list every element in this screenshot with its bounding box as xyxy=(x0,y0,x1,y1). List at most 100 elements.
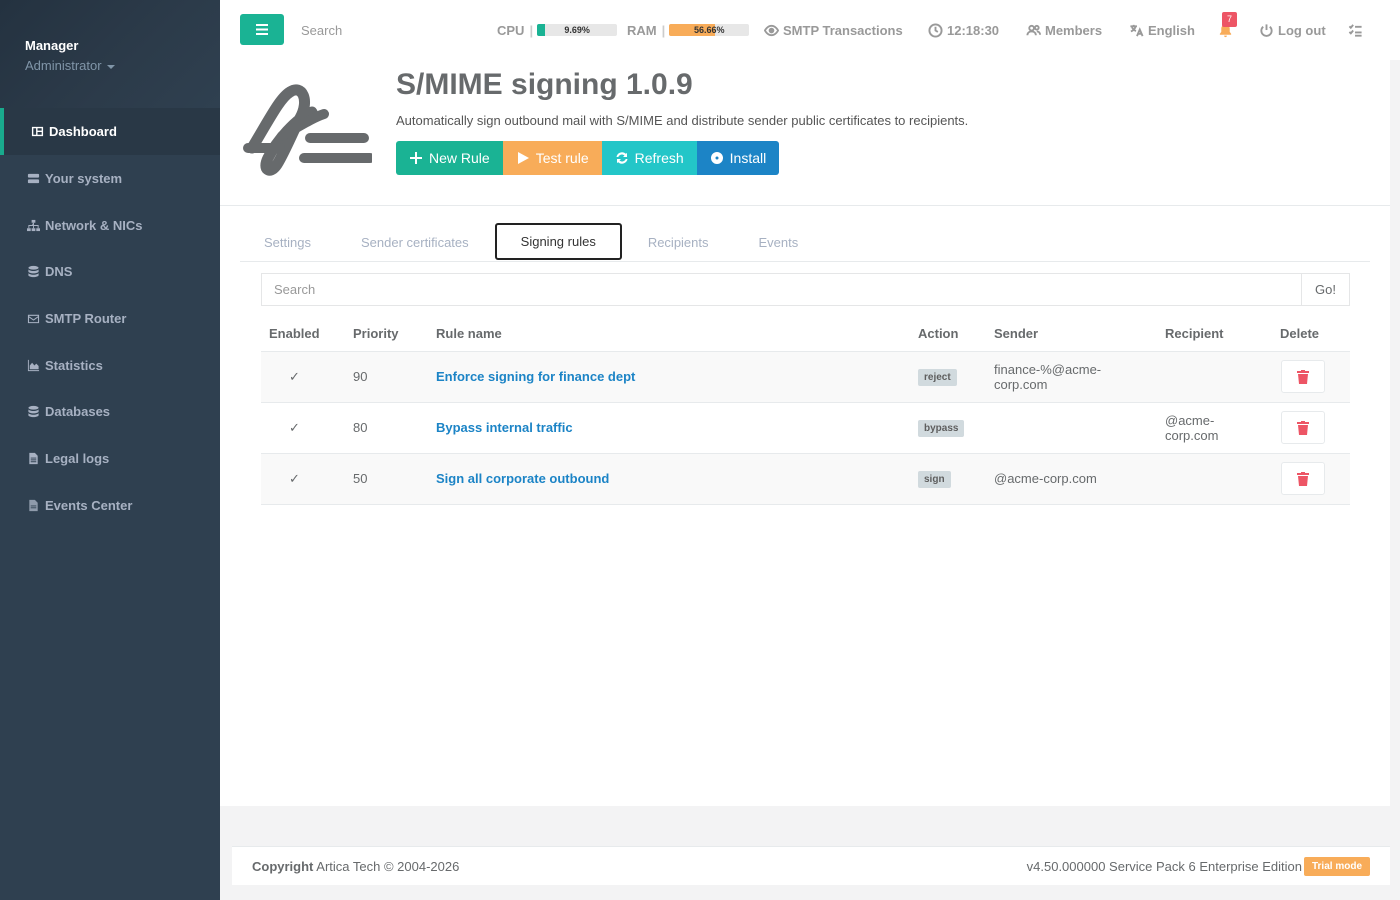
sidebar-item-label: Legal logs xyxy=(45,450,110,466)
database-icon xyxy=(28,266,39,278)
sidebar-item-label: Network & NICs xyxy=(45,217,143,233)
action-badge: sign xyxy=(918,470,951,488)
rule-name-link[interactable]: Sign all corporate outbound xyxy=(436,471,609,486)
sidebar-nav: Dashboard Your system Network & NICs DNS… xyxy=(0,108,220,529)
cpu-meter: CPU | 9.69% xyxy=(497,21,618,39)
separator: | xyxy=(529,22,534,38)
language-selector[interactable]: English xyxy=(1129,21,1195,39)
language-label: English xyxy=(1148,22,1195,38)
new-rule-label: New Rule xyxy=(429,150,490,166)
priority-cell: 90 xyxy=(345,351,428,403)
action-badge: reject xyxy=(918,368,957,386)
sidebar-item-your-system[interactable]: Your system xyxy=(0,155,220,202)
sender-cell xyxy=(986,402,1157,454)
recipient-cell xyxy=(1157,351,1272,403)
delete-button[interactable] xyxy=(1281,411,1325,444)
file-text-icon xyxy=(29,499,38,511)
action-button-group: New Rule Test rule Refresh Install xyxy=(396,141,780,175)
dashboard-icon xyxy=(31,126,44,137)
smtp-transactions-link[interactable]: SMTP Transactions xyxy=(764,21,903,39)
footer-version: v4.50.000000 Service Pack 6 Enterprise E… xyxy=(1026,856,1370,876)
sidebar-item-label: Databases xyxy=(45,404,111,420)
rules-search-input[interactable] xyxy=(261,273,1301,306)
install-button[interactable]: Install xyxy=(696,141,780,175)
sidebar-item-label: Your system xyxy=(45,170,123,186)
copyright-label: Copyright xyxy=(252,858,314,874)
install-label: Install xyxy=(729,150,767,166)
sidebar-item-dashboard[interactable]: Dashboard xyxy=(0,108,220,155)
divider xyxy=(220,205,1390,206)
top-search-input[interactable] xyxy=(296,16,476,44)
sidebar-item-legal-logs[interactable]: Legal logs xyxy=(0,435,220,482)
column-header-enabled[interactable]: Enabled xyxy=(261,317,345,352)
test-rule-button[interactable]: Test rule xyxy=(502,141,602,175)
refresh-icon xyxy=(616,152,628,164)
tab-settings[interactable]: Settings xyxy=(240,223,335,261)
main-panel: S/MIME signing 1.0.9 Automatically sign … xyxy=(220,60,1390,806)
network-icon xyxy=(27,219,40,231)
trash-icon xyxy=(1297,471,1309,486)
new-rule-button[interactable]: New Rule xyxy=(396,141,503,175)
tab-recipients[interactable]: Recipients xyxy=(624,223,733,261)
column-header-delete: Delete xyxy=(1272,317,1350,352)
test-rule-label: Test rule xyxy=(535,150,589,166)
sidebar-item-label: Events Center xyxy=(45,497,133,513)
column-header-action[interactable]: Action xyxy=(910,317,986,352)
logout-label: Log out xyxy=(1278,22,1326,38)
sidebar-item-label: Statistics xyxy=(45,357,103,373)
clock-link[interactable]: 12:18:30 xyxy=(928,21,999,39)
tasks-button[interactable] xyxy=(1348,21,1367,39)
server-icon xyxy=(27,173,40,183)
separator: | xyxy=(661,22,666,38)
tab-sender-certificates[interactable]: Sender certificates xyxy=(337,223,493,261)
footer: Copyright Artica Tech © 2004-2026 v4.50.… xyxy=(232,846,1390,885)
rule-name-link[interactable]: Bypass internal traffic xyxy=(436,420,573,435)
sidebar-item-statistics[interactable]: Statistics xyxy=(0,342,220,389)
copyright-text: Artica Tech © 2004-2026 xyxy=(316,858,460,874)
logout-link[interactable]: Log out xyxy=(1259,21,1326,39)
column-header-recipient[interactable]: Recipient xyxy=(1157,317,1272,352)
members-label: Members xyxy=(1045,22,1103,38)
sidebar-item-events-center[interactable]: Events Center xyxy=(0,482,220,529)
members-link[interactable]: Members xyxy=(1026,21,1102,39)
ram-progress-bar: 56.66% xyxy=(669,24,750,36)
enabled-check-icon[interactable]: ✓ xyxy=(261,453,345,505)
top-navbar: CPU | 9.69% RAM | 56.66% SMTP Transactio… xyxy=(220,0,1400,60)
trial-mode-badge: Trial mode xyxy=(1303,856,1370,876)
plus-icon xyxy=(410,152,422,164)
tab-events[interactable]: Events xyxy=(735,223,823,261)
users-icon xyxy=(1026,24,1041,35)
sidebar-item-smtp-router[interactable]: SMTP Router xyxy=(0,295,220,342)
enabled-check-icon[interactable]: ✓ xyxy=(261,351,345,403)
refresh-button[interactable]: Refresh xyxy=(601,141,697,175)
rule-name-link[interactable]: Enforce signing for finance dept xyxy=(436,369,635,384)
sidebar-item-label: Dashboard xyxy=(49,124,117,139)
ram-meter: RAM | 56.66% xyxy=(627,21,750,39)
go-button[interactable]: Go! xyxy=(1301,273,1350,306)
sidebar-item-databases[interactable]: Databases xyxy=(0,388,220,435)
enabled-check-icon[interactable]: ✓ xyxy=(261,402,345,454)
tab-signing-rules[interactable]: Signing rules xyxy=(494,223,622,260)
refresh-label: Refresh xyxy=(634,150,684,166)
table-row: ✓ 90 Enforce signing for finance dept re… xyxy=(261,351,1350,403)
delete-cell xyxy=(1272,402,1350,454)
sidebar-profile: Manager Administrator xyxy=(0,0,220,108)
version-text: v4.50.000000 Service Pack 6 Enterprise E… xyxy=(1026,858,1302,874)
menu-toggle-button[interactable] xyxy=(240,14,284,45)
user-role-dropdown[interactable]: Administrator xyxy=(25,55,220,77)
cpu-label: CPU xyxy=(497,22,525,38)
power-icon xyxy=(1260,23,1273,37)
delete-button[interactable] xyxy=(1281,462,1325,495)
priority-cell: 50 xyxy=(345,453,428,505)
column-header-priority[interactable]: Priority xyxy=(345,317,428,352)
checklist-icon xyxy=(1348,23,1362,37)
page-description: Automatically sign outbound mail with S/… xyxy=(396,113,969,128)
file-icon xyxy=(29,452,38,465)
delete-button[interactable] xyxy=(1281,360,1325,393)
database-icon xyxy=(28,406,39,418)
page-title: S/MIME signing 1.0.9 xyxy=(396,68,693,101)
column-header-sender[interactable]: Sender xyxy=(986,317,1157,352)
sidebar-item-network[interactable]: Network & NICs xyxy=(0,202,220,249)
column-header-rule-name[interactable]: Rule name xyxy=(428,317,910,352)
sidebar-item-dns[interactable]: DNS xyxy=(0,248,220,295)
